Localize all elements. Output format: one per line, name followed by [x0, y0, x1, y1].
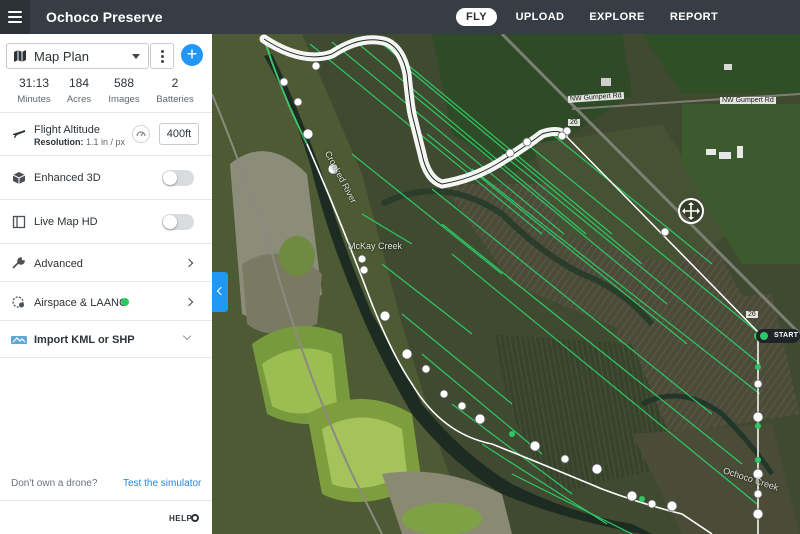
- import-row[interactable]: Import KML or SHP: [0, 320, 212, 358]
- tab-upload[interactable]: UPLOAD: [512, 8, 568, 26]
- stat-unit: Batteries: [156, 94, 194, 105]
- help-icon[interactable]: [191, 514, 199, 522]
- enhanced-3d-toggle[interactable]: [162, 170, 194, 186]
- map-imagery: [212, 34, 800, 534]
- tab-report[interactable]: REPORT: [666, 8, 722, 26]
- stat-unit: Images: [108, 94, 140, 105]
- map-icon: [14, 50, 26, 62]
- top-bar: Ochoco Preserve FLY UPLOAD EXPLORE REPOR…: [0, 0, 800, 34]
- map-layers-icon: [12, 215, 26, 229]
- stat-value: 588: [113, 76, 135, 90]
- collapse-panel-button[interactable]: [212, 272, 228, 312]
- simulator-link[interactable]: Test the simulator: [123, 478, 201, 489]
- stat-unit: Acres: [66, 94, 92, 105]
- road-label-gumpert-east: NW Gumpert Rd: [720, 97, 776, 104]
- flight-altitude-row: Flight Altitude Resolution: 1.1 in / px: [0, 112, 212, 155]
- more-options-button[interactable]: [150, 43, 174, 69]
- import-file-icon: [11, 336, 27, 344]
- chevron-down-icon: [182, 331, 192, 341]
- flight-plan-panel: Map Plan + 31:13 Minutes 184 Acres 588 I…: [0, 34, 212, 534]
- route-shield-26-north: 26: [568, 119, 580, 126]
- import-label: Import KML or SHP: [34, 334, 135, 346]
- chevron-right-icon: [184, 258, 194, 268]
- menu-icon[interactable]: [0, 0, 30, 34]
- airspace-status-dot: [121, 298, 129, 306]
- chevron-right-icon: [184, 297, 194, 307]
- resolution-text: Resolution: 1.1 in / px: [34, 137, 125, 147]
- plan-type-label: Map Plan: [34, 49, 89, 64]
- project-title: Ochoco Preserve: [46, 9, 163, 25]
- add-plan-button[interactable]: +: [181, 44, 203, 66]
- enhanced-3d-label: Enhanced 3D: [34, 172, 101, 184]
- live-map-hd-row: Live Map HD: [0, 199, 212, 243]
- flight-altitude-label: Flight Altitude: [34, 124, 101, 136]
- start-marker[interactable]: START: [756, 329, 800, 343]
- stat-value: 2: [171, 76, 179, 90]
- stat-images: 588 Images: [102, 76, 146, 105]
- help-button[interactable]: HELP: [169, 514, 192, 523]
- stat-unit: Minutes: [17, 94, 51, 105]
- stat-minutes: 31:13 Minutes: [12, 76, 56, 105]
- stat-acres: 184 Acres: [57, 76, 101, 105]
- resolution-label: Resolution:: [34, 137, 84, 147]
- tab-fly[interactable]: FLY: [456, 8, 497, 26]
- speedometer-icon[interactable]: [132, 125, 150, 143]
- map-label-creek: McKay Creek: [348, 241, 403, 251]
- live-map-hd-toggle[interactable]: [162, 214, 194, 230]
- airspace-row[interactable]: Airspace & LAANC: [0, 281, 212, 320]
- resolution-value: 1.1 in / px: [86, 137, 126, 147]
- plan-type-dropdown[interactable]: Map Plan: [6, 43, 149, 69]
- live-map-hd-label: Live Map HD: [34, 216, 98, 228]
- advanced-label: Advanced: [34, 258, 83, 270]
- route-shield-26-south: 26: [746, 311, 758, 318]
- tab-explore[interactable]: EXPLORE: [588, 8, 646, 26]
- panel-footer: HELP: [0, 500, 212, 534]
- no-drone-text: Don't own a drone?: [11, 478, 98, 489]
- satellite-map[interactable]: McKay Creek Crooked River Ochoco Creek N…: [212, 34, 800, 534]
- altitude-input[interactable]: [159, 123, 199, 145]
- enhanced-3d-row: Enhanced 3D: [0, 155, 212, 199]
- move-plan-icon[interactable]: [678, 198, 704, 224]
- advanced-row[interactable]: Advanced: [0, 243, 212, 281]
- cube-icon: [12, 172, 26, 184]
- airspace-label: Airspace & LAANC: [34, 297, 127, 309]
- stat-value: 31:13: [18, 76, 50, 90]
- wrench-icon: [12, 257, 25, 269]
- stat-value: 184: [68, 76, 90, 90]
- airplane-icon: [13, 130, 25, 138]
- airspace-icon: [12, 296, 24, 308]
- stat-batteries: 2 Batteries: [153, 76, 197, 105]
- chevron-down-icon: [132, 54, 140, 59]
